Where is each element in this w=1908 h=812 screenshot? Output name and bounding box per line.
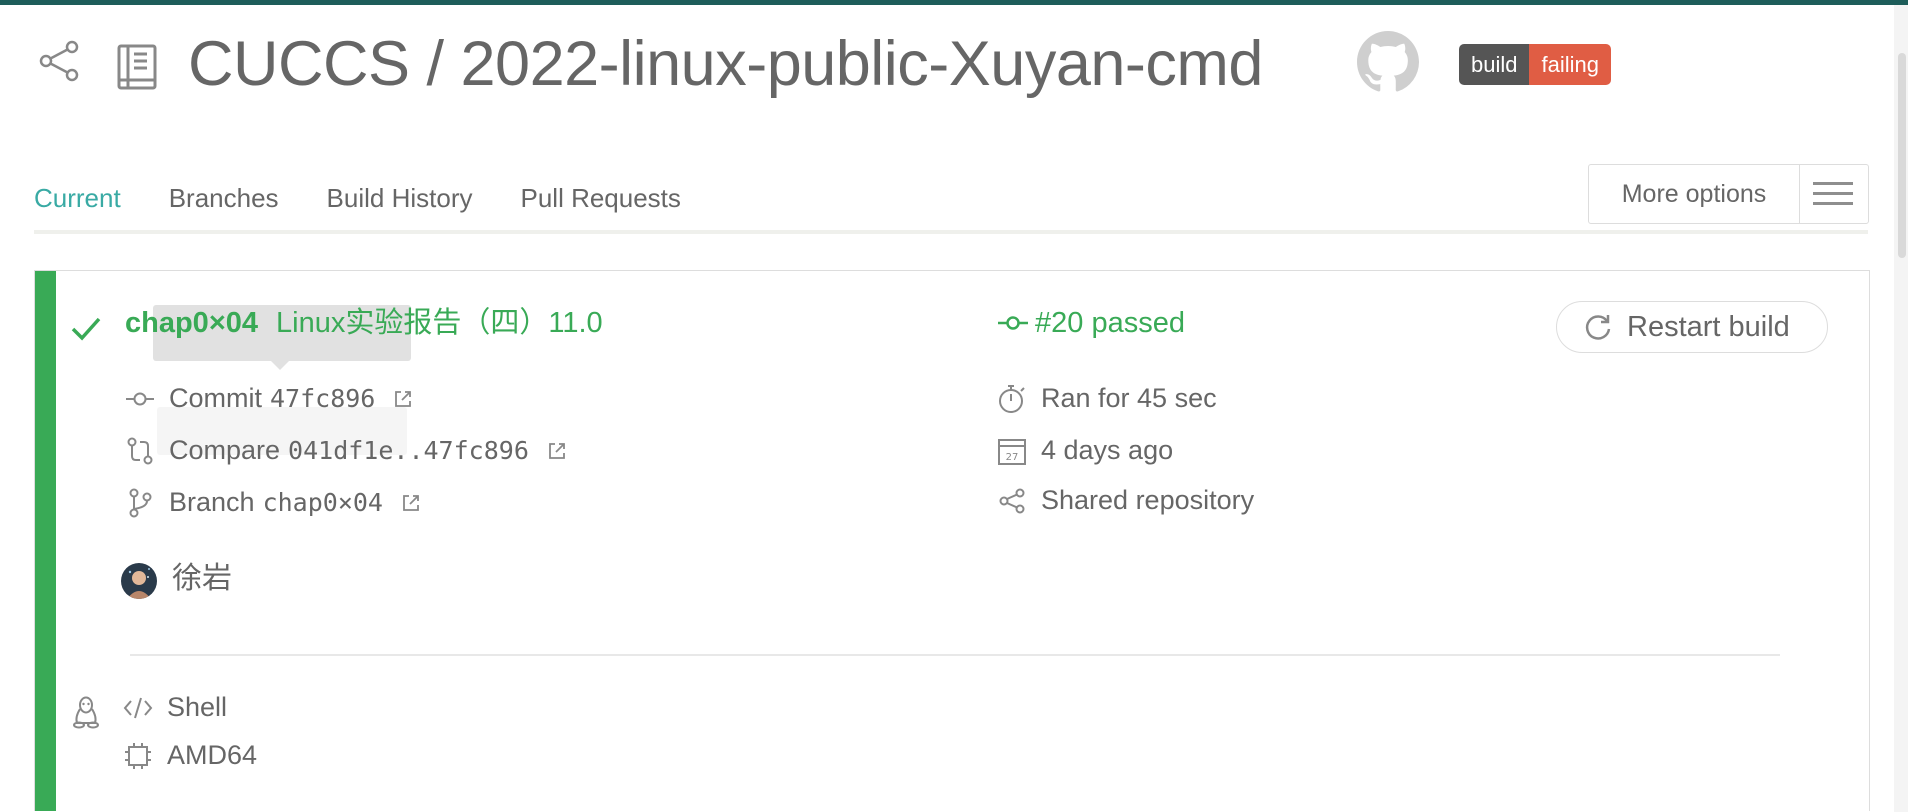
shared-repository: Shared repository bbox=[1041, 485, 1255, 515]
scrollbar-thumb[interactable] bbox=[1898, 53, 1906, 258]
more-options-label: More options bbox=[1589, 165, 1800, 223]
badge-label: build bbox=[1459, 44, 1530, 85]
avatar[interactable] bbox=[121, 563, 157, 599]
commit-hash[interactable]: 47fc896 bbox=[270, 384, 375, 413]
compare-icon bbox=[127, 437, 153, 464]
tab-branches[interactable]: Branches bbox=[169, 168, 279, 234]
compare-range[interactable]: 041df1e..47fc896 bbox=[288, 436, 529, 465]
repo-tabs: Current Branches Build History Pull Requ… bbox=[34, 168, 729, 234]
badge-status: failing bbox=[1529, 44, 1611, 85]
restart-build-label: Restart build bbox=[1627, 310, 1790, 343]
commit-message: Linux实验报告（四）11.0 bbox=[276, 307, 603, 339]
language-row: Shell bbox=[123, 692, 227, 723]
language: Shell bbox=[167, 692, 228, 722]
external-link-icon[interactable] bbox=[393, 389, 413, 409]
build-branch-name[interactable]: chap0×04 bbox=[125, 307, 258, 339]
repo-header: CUCCS / 2022-linux-public-Xuyan-cmd buil… bbox=[0, 5, 1890, 115]
scrollbar[interactable] bbox=[1894, 5, 1908, 812]
hamburger-menu-icon[interactable] bbox=[1800, 165, 1868, 223]
duration-row: Ran for 45 sec bbox=[997, 383, 1217, 414]
commit-label: Commit bbox=[169, 383, 262, 413]
build-card: chap0×04 Linux实验报告（四）11.0 #20 passed Rest… bbox=[34, 270, 1870, 811]
build-status-stripe bbox=[35, 271, 56, 811]
cpu-icon bbox=[125, 742, 151, 769]
tabs-divider bbox=[34, 230, 1868, 234]
tab-build-history[interactable]: Build History bbox=[327, 168, 473, 234]
commit-title[interactable]: chap0×04 Linux实验报告（四）11.0 bbox=[125, 303, 603, 343]
code-icon bbox=[123, 697, 153, 718]
shared-row: Shared repository bbox=[997, 485, 1254, 516]
commit-row: Commit 47fc896 bbox=[125, 383, 413, 414]
build-duration: Ran for 45 sec bbox=[1041, 383, 1217, 413]
repo-book-icon bbox=[117, 44, 157, 90]
commit-dot-icon bbox=[998, 316, 1028, 330]
calendar-icon: 27 bbox=[998, 438, 1026, 465]
build-status-text: #20 passed bbox=[1035, 307, 1185, 339]
branch-label: Branch bbox=[169, 487, 255, 517]
share-icon bbox=[999, 488, 1025, 513]
restart-icon bbox=[1585, 315, 1611, 340]
tab-current[interactable]: Current bbox=[34, 168, 121, 234]
linux-icon bbox=[73, 696, 99, 729]
branch-name[interactable]: chap0×04 bbox=[263, 488, 383, 517]
commit-icon bbox=[126, 392, 154, 405]
compare-label: Compare bbox=[169, 435, 281, 465]
check-icon bbox=[71, 317, 101, 341]
compare-row: Compare 041df1e..47fc896 bbox=[125, 435, 567, 466]
architecture: AMD64 bbox=[167, 740, 258, 770]
more-options-button[interactable]: More options bbox=[1588, 164, 1869, 224]
arch-row: AMD64 bbox=[123, 740, 257, 771]
commit-author: 徐岩 bbox=[172, 561, 232, 596]
share-icon[interactable] bbox=[38, 39, 82, 83]
build-number-status[interactable]: #20 passed bbox=[997, 303, 1185, 343]
tab-pull-requests[interactable]: Pull Requests bbox=[520, 168, 680, 234]
restart-build-button[interactable]: Restart build bbox=[1556, 301, 1828, 353]
external-link-icon[interactable] bbox=[547, 441, 567, 461]
stopwatch-icon bbox=[999, 384, 1025, 413]
build-finished: 4 days ago bbox=[1041, 435, 1174, 465]
github-icon[interactable] bbox=[1357, 31, 1419, 93]
external-link-icon[interactable] bbox=[401, 493, 421, 513]
branch-icon bbox=[129, 488, 152, 517]
build-status-badge[interactable]: build failing bbox=[1459, 44, 1611, 85]
branch-row: Branch chap0×04 bbox=[125, 487, 421, 518]
calendar-day: 27 bbox=[1006, 452, 1019, 463]
card-divider bbox=[130, 654, 1780, 656]
repo-title: CUCCS / 2022-linux-public-Xuyan-cmd bbox=[188, 29, 1263, 99]
finished-row: 27 4 days ago bbox=[997, 435, 1173, 466]
